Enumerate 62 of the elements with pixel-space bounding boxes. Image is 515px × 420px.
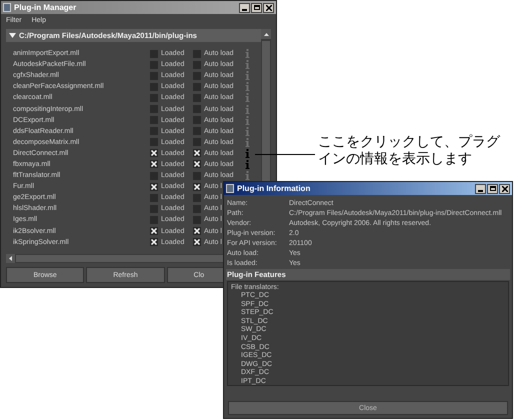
close-button[interactable] bbox=[499, 184, 510, 194]
info-icon[interactable] bbox=[245, 104, 250, 114]
checkbox[interactable] bbox=[193, 204, 201, 213]
checkbox[interactable] bbox=[150, 172, 158, 180]
checkbox[interactable] bbox=[150, 194, 158, 202]
checkbox[interactable] bbox=[150, 182, 158, 191]
checkbox[interactable] bbox=[150, 216, 158, 224]
minimize-button[interactable] bbox=[239, 2, 250, 12]
maximize-button[interactable] bbox=[251, 2, 262, 12]
close-button[interactable] bbox=[263, 2, 274, 12]
checkbox[interactable] bbox=[150, 149, 158, 158]
checkbox[interactable] bbox=[150, 160, 158, 168]
scroll-left-icon[interactable] bbox=[9, 256, 12, 261]
checkbox[interactable] bbox=[150, 50, 158, 58]
info-icon[interactable] bbox=[245, 138, 250, 147]
info-icon[interactable] bbox=[245, 126, 250, 136]
checkbox[interactable] bbox=[150, 204, 158, 213]
info-icon[interactable] bbox=[245, 82, 250, 92]
checkbox[interactable] bbox=[193, 149, 201, 158]
checkbox[interactable] bbox=[193, 227, 201, 236]
info-icon[interactable] bbox=[245, 116, 250, 125]
checkbox[interactable] bbox=[150, 127, 158, 136]
window-title: Plug-in Manager bbox=[14, 4, 78, 12]
checkbox[interactable] bbox=[150, 116, 158, 124]
checkbox[interactable] bbox=[193, 105, 201, 114]
checkbox[interactable] bbox=[150, 227, 158, 236]
info-icon[interactable] bbox=[245, 71, 250, 80]
checkbox[interactable] bbox=[193, 172, 201, 180]
info-icon[interactable] bbox=[245, 49, 250, 58]
annotation-text: ここをクリックして、プラグインの情報を表示します bbox=[318, 133, 502, 167]
info-icon[interactable] bbox=[245, 60, 250, 70]
checkbox[interactable] bbox=[193, 94, 201, 102]
checkbox[interactable] bbox=[150, 60, 158, 69]
checkbox[interactable] bbox=[150, 105, 158, 114]
app-icon bbox=[3, 3, 11, 12]
checkbox[interactable] bbox=[193, 138, 201, 146]
checkbox[interactable] bbox=[193, 160, 201, 168]
checkbox[interactable] bbox=[150, 82, 158, 91]
checkbox[interactable] bbox=[193, 216, 201, 224]
checkbox[interactable] bbox=[150, 72, 158, 80]
leader-line bbox=[255, 154, 315, 155]
checkbox[interactable] bbox=[150, 238, 158, 246]
info-icon[interactable] bbox=[245, 160, 250, 169]
maximize-button[interactable] bbox=[487, 184, 498, 194]
checkbox[interactable] bbox=[193, 127, 201, 136]
app-icon bbox=[226, 184, 234, 193]
info-icon[interactable] bbox=[245, 93, 250, 102]
checkbox[interactable] bbox=[193, 182, 201, 191]
window-title: Plug-in Information bbox=[237, 184, 312, 192]
checkbox[interactable] bbox=[193, 238, 201, 246]
checkbox[interactable] bbox=[193, 60, 201, 69]
checkbox[interactable] bbox=[193, 194, 201, 202]
checkbox[interactable] bbox=[193, 50, 201, 58]
checkbox[interactable] bbox=[193, 116, 201, 124]
checkbox[interactable] bbox=[150, 138, 158, 146]
info-icon[interactable] bbox=[245, 148, 250, 158]
checkbox[interactable] bbox=[193, 72, 201, 80]
checkbox[interactable] bbox=[150, 94, 158, 102]
minimize-button[interactable] bbox=[475, 184, 486, 194]
info-icon[interactable] bbox=[245, 171, 250, 180]
checkbox[interactable] bbox=[193, 82, 201, 91]
scroll-up-icon[interactable] bbox=[264, 32, 268, 36]
